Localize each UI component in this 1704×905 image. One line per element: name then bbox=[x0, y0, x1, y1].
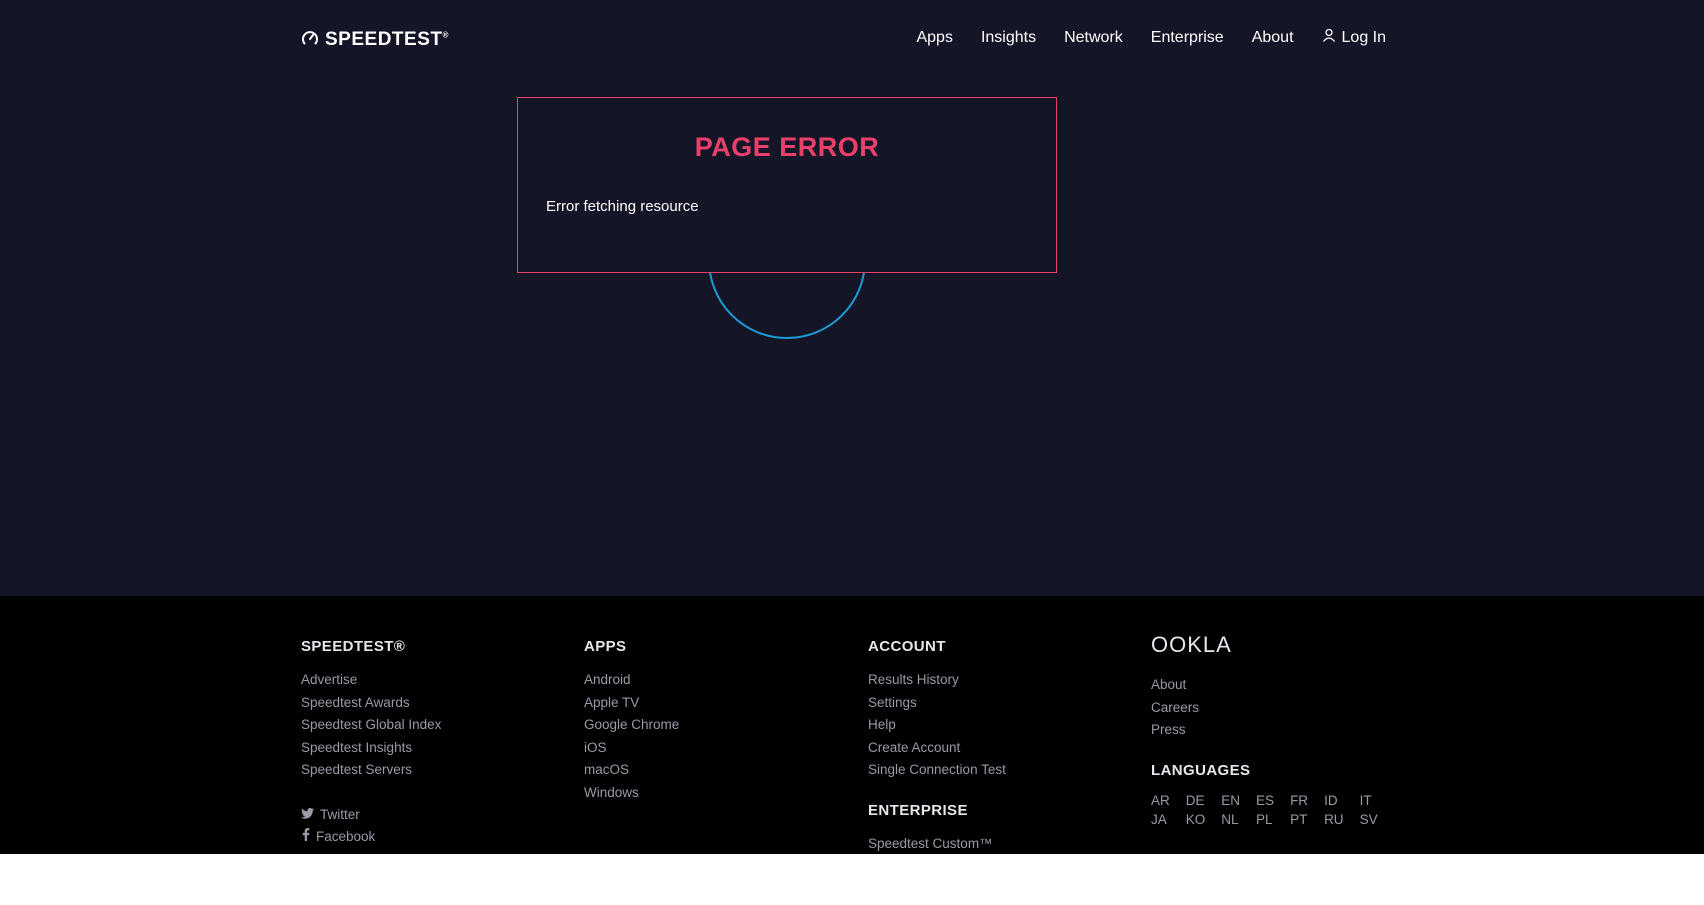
nav-insights[interactable]: Insights bbox=[981, 29, 1036, 47]
footer-col-account: ACCOUNT Results History Settings Help Cr… bbox=[868, 638, 1006, 854]
footer-col-speedtest: SPEEDTEST® Advertise Speedtest Awards Sp… bbox=[301, 638, 441, 849]
viewport-blank-area bbox=[0, 854, 1704, 905]
nav-enterprise[interactable]: Enterprise bbox=[1151, 29, 1224, 47]
facebook-icon bbox=[301, 826, 310, 849]
error-message: Error fetching resource bbox=[546, 198, 699, 215]
footer-link-global-index[interactable]: Speedtest Global Index bbox=[301, 714, 441, 737]
footer-heading-languages: LANGUAGES bbox=[1151, 761, 1251, 779]
footer: SPEEDTEST® Advertise Speedtest Awards Sp… bbox=[0, 596, 1704, 854]
ookla-logo[interactable]: OOKLA bbox=[1151, 632, 1378, 658]
footer-link-macos[interactable]: macOS bbox=[584, 759, 679, 782]
lang-id[interactable]: ID bbox=[1324, 793, 1344, 808]
footer-link-android[interactable]: Android bbox=[584, 669, 679, 692]
language-list: AR DE EN ES FR ID IT JA KO NL PL PT RU S… bbox=[1151, 793, 1378, 827]
footer-link-speedtest-custom[interactable]: Speedtest Custom™ bbox=[868, 833, 1006, 855]
footer-col-apps: APPS Android Apple TV Google Chrome iOS … bbox=[584, 638, 679, 804]
footer-link-windows[interactable]: Windows bbox=[584, 782, 679, 805]
twitter-icon bbox=[301, 804, 314, 827]
nav-network[interactable]: Network bbox=[1064, 29, 1123, 47]
footer-link-single-connection[interactable]: Single Connection Test bbox=[868, 759, 1006, 782]
speedtest-logo[interactable]: SPEEDTEST® bbox=[301, 29, 449, 51]
nav-about[interactable]: About bbox=[1252, 29, 1294, 47]
lang-ja[interactable]: JA bbox=[1151, 812, 1170, 827]
footer-link-advertise[interactable]: Advertise bbox=[301, 669, 441, 692]
footer-link-servers[interactable]: Speedtest Servers bbox=[301, 759, 441, 782]
lang-ko[interactable]: KO bbox=[1186, 812, 1206, 827]
login-label: Log In bbox=[1341, 28, 1386, 46]
footer-col-ookla: OOKLA About Careers Press LANGUAGES AR D… bbox=[1151, 632, 1378, 827]
logo-text: SPEEDTEST® bbox=[325, 29, 449, 50]
footer-link-chrome[interactable]: Google Chrome bbox=[584, 714, 679, 737]
footer-heading-apps: APPS bbox=[584, 638, 627, 655]
lang-en[interactable]: EN bbox=[1221, 793, 1240, 808]
footer-link-create-account[interactable]: Create Account bbox=[868, 737, 1006, 760]
lang-pt[interactable]: PT bbox=[1290, 812, 1308, 827]
lang-sv[interactable]: SV bbox=[1360, 812, 1378, 827]
lang-ar[interactable]: AR bbox=[1151, 793, 1170, 808]
lang-pl[interactable]: PL bbox=[1256, 812, 1274, 827]
error-dialog: PAGE ERROR Error fetching resource bbox=[517, 97, 1057, 273]
footer-heading-account: ACCOUNT bbox=[868, 638, 946, 655]
user-icon bbox=[1322, 28, 1336, 47]
footer-link-twitter[interactable]: Twitter bbox=[301, 804, 441, 827]
footer-heading-enterprise: ENTERPRISE bbox=[868, 801, 968, 819]
footer-link-ios[interactable]: iOS bbox=[584, 737, 679, 760]
footer-link-settings[interactable]: Settings bbox=[868, 692, 1006, 715]
login-link[interactable]: Log In bbox=[1322, 28, 1386, 47]
lang-de[interactable]: DE bbox=[1186, 793, 1206, 808]
footer-link-insights[interactable]: Speedtest Insights bbox=[301, 737, 441, 760]
nav-apps[interactable]: Apps bbox=[916, 29, 952, 47]
gauge-icon bbox=[301, 29, 319, 52]
footer-link-facebook[interactable]: Facebook bbox=[301, 826, 441, 849]
footer-link-awards[interactable]: Speedtest Awards bbox=[301, 692, 441, 715]
error-title: PAGE ERROR bbox=[694, 132, 880, 162]
footer-link-apple-tv[interactable]: Apple TV bbox=[584, 692, 679, 715]
lang-it[interactable]: IT bbox=[1360, 793, 1378, 808]
footer-link-results-history[interactable]: Results History bbox=[868, 669, 1006, 692]
footer-link-ookla-about[interactable]: About bbox=[1151, 674, 1378, 697]
footer-link-careers[interactable]: Careers bbox=[1151, 697, 1378, 720]
lang-nl[interactable]: NL bbox=[1221, 812, 1240, 827]
footer-link-help[interactable]: Help bbox=[868, 714, 1006, 737]
lang-ru[interactable]: RU bbox=[1324, 812, 1344, 827]
lang-es[interactable]: ES bbox=[1256, 793, 1274, 808]
footer-link-press[interactable]: Press bbox=[1151, 719, 1378, 742]
lang-fr[interactable]: FR bbox=[1290, 793, 1308, 808]
footer-heading-speedtest: SPEEDTEST® bbox=[301, 638, 406, 655]
main-nav: Apps Insights Network Enterprise About L… bbox=[916, 28, 1386, 47]
main-area: SPEEDTEST® Apps Insights Network Enterpr… bbox=[0, 0, 1704, 596]
